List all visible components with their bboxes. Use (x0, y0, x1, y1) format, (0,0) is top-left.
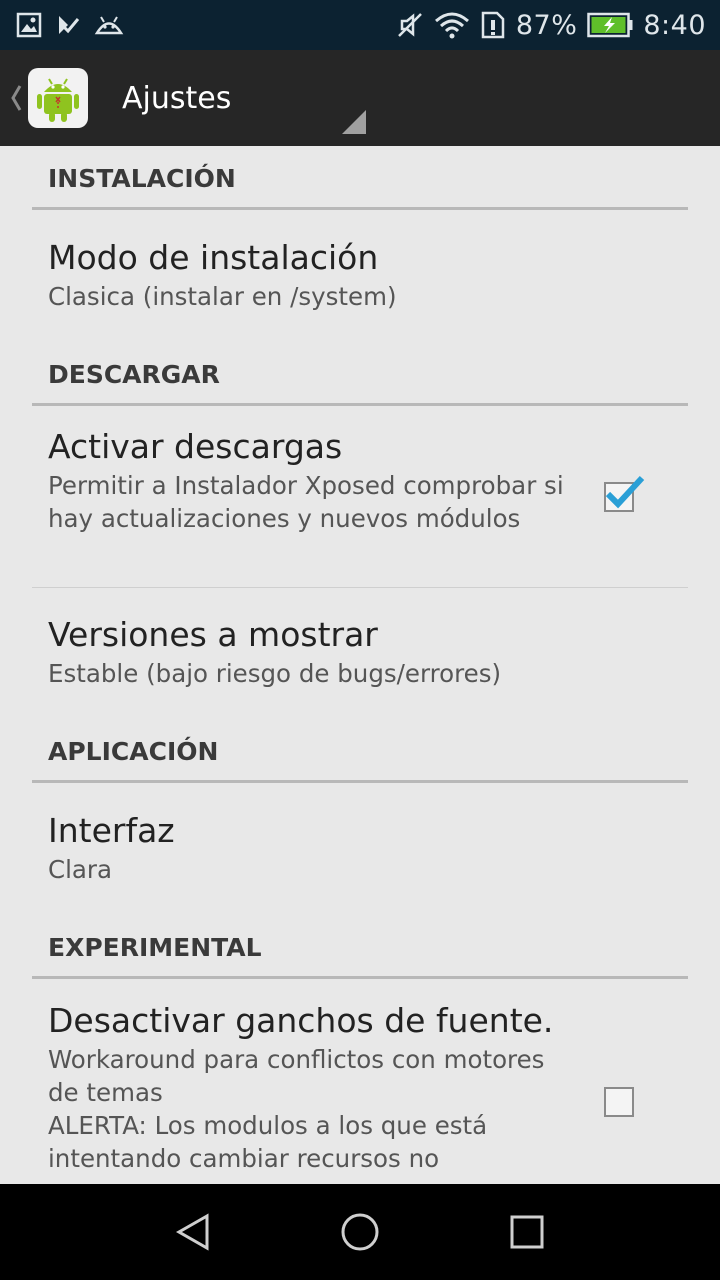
battery-percent: 87% (515, 9, 578, 41)
chevron-left-icon[interactable] (6, 50, 26, 146)
android-robot-icon[interactable] (28, 68, 88, 128)
status-bar: 87% 8:40 (0, 0, 720, 50)
pref-title: Modo de instalación (48, 238, 379, 277)
back-icon[interactable] (163, 1202, 223, 1262)
check-icon (56, 13, 80, 37)
recents-icon[interactable] (497, 1202, 557, 1262)
battery-charging-icon (587, 12, 633, 38)
pref-theme[interactable]: Interfaz Clara (32, 811, 688, 886)
pref-summary: Workaround para conflictos con motores d… (48, 1045, 545, 1107)
navigation-bar (0, 1184, 720, 1280)
pref-enable-downloads[interactable]: Activar descargas Permitir a Instalador … (32, 427, 688, 535)
pref-summary: Clasica (instalar en /system) (48, 282, 397, 311)
pref-title: Desactivar ganchos de fuente. (48, 1001, 554, 1040)
category-header-download: DESCARGAR (32, 360, 688, 406)
page-title: Ajustes (122, 80, 232, 116)
pref-title: Interfaz (48, 811, 175, 850)
checkmark-icon (605, 475, 645, 509)
category-header-install: INSTALACIÓN (32, 164, 688, 210)
pref-summary-alert: ALERTA: Los modulos a los que está inten… (48, 1111, 488, 1173)
pref-title: Activar descargas (48, 427, 343, 466)
disable-font-hooks-checkbox[interactable] (604, 1087, 634, 1117)
pref-summary: Permitir a Instalador Xposed comprobar s… (48, 471, 564, 533)
mute-icon (396, 11, 424, 39)
sim-alert-icon (480, 11, 506, 39)
pref-install-mode[interactable]: Modo de instalación Clasica (instalar en… (32, 238, 688, 313)
divider (32, 587, 688, 588)
wifi-icon (434, 11, 470, 39)
spinner-indicator[interactable] (342, 110, 366, 134)
pref-disable-font-hooks[interactable]: Desactivar ganchos de fuente. Workaround… (32, 1001, 688, 1175)
settings-list[interactable]: INSTALACIÓN Modo de instalación Clasica … (0, 146, 720, 1184)
pref-versions-to-show[interactable]: Versiones a mostrar Estable (bajo riesgo… (32, 615, 688, 690)
clock: 8:40 (643, 9, 706, 41)
pref-summary: Estable (bajo riesgo de bugs/errores) (48, 659, 502, 688)
android-icon (94, 14, 124, 36)
home-icon[interactable] (330, 1202, 390, 1262)
gallery-icon (16, 12, 42, 38)
category-header-app: APLICACIÓN (32, 737, 688, 783)
pref-summary: Clara (48, 855, 113, 884)
enable-downloads-checkbox[interactable] (604, 475, 645, 512)
category-header-experimental: EXPERIMENTAL (32, 933, 688, 979)
pref-title: Versiones a mostrar (48, 615, 378, 654)
